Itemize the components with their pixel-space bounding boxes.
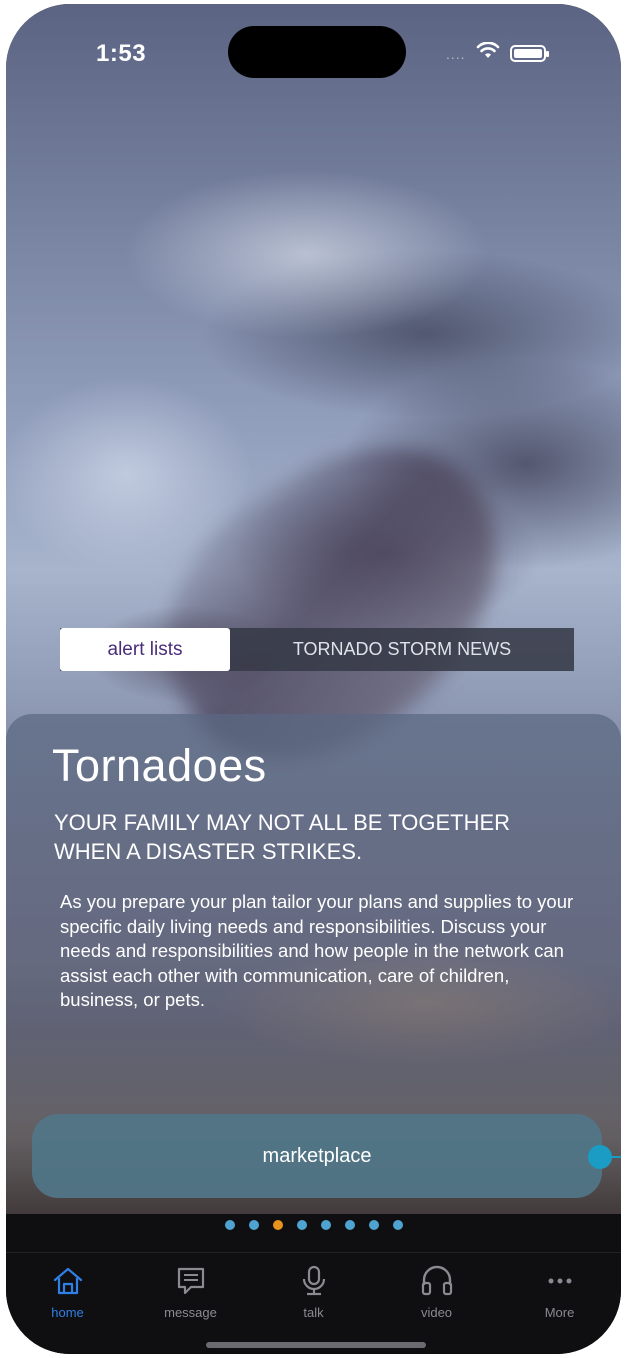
segment-tornado-storm-news[interactable]: TORNADO STORM NEWS	[230, 628, 574, 671]
wifi-icon	[476, 41, 500, 65]
tab-video[interactable]: video	[375, 1253, 498, 1333]
tab-video-label: video	[420, 1305, 453, 1320]
segment-alert-lists[interactable]: alert lists	[60, 628, 230, 671]
home-indicator	[206, 1342, 426, 1348]
tab-more[interactable]: More	[498, 1253, 621, 1333]
card-body: As you prepare your plan tailor your pla…	[60, 891, 574, 1010]
page-dot[interactable]	[320, 1220, 331, 1230]
status-time: 1:53	[96, 40, 147, 67]
page-dot[interactable]	[224, 1220, 235, 1230]
battery-icon	[509, 45, 549, 62]
dynamic-island	[228, 26, 406, 78]
tab-home-label: home	[51, 1305, 84, 1320]
page-indicator	[6, 1220, 621, 1230]
headphones-icon	[417, 1263, 457, 1299]
card-subtitle: YOUR FAMILY MAY NOT ALL BE TOGETHER WHEN…	[54, 810, 511, 864]
more-icon	[540, 1263, 580, 1299]
tab-talk[interactable]: talk	[252, 1253, 375, 1333]
tab-bar: home message talk video More	[6, 1252, 621, 1333]
message-icon	[171, 1263, 211, 1299]
tab-message[interactable]: message	[129, 1253, 252, 1333]
tab-more-label: More	[544, 1305, 575, 1320]
tab-home[interactable]: home	[6, 1253, 129, 1333]
connector-line	[606, 1156, 621, 1158]
tab-talk-label: talk	[303, 1305, 324, 1320]
page-dot[interactable]	[368, 1220, 379, 1230]
page-dot-current[interactable]	[272, 1220, 283, 1230]
page-dot[interactable]	[344, 1220, 355, 1230]
phone-screen: 1:53 .... alert lists TORNADO STORM NEWS…	[6, 4, 621, 1354]
segmented-control: alert lists TORNADO STORM NEWS	[60, 628, 574, 671]
signal-icon: ....	[446, 45, 466, 62]
home-icon	[48, 1263, 88, 1299]
page-dot[interactable]	[392, 1220, 403, 1230]
page-dot[interactable]	[296, 1220, 307, 1230]
status-indicators: ....	[446, 41, 549, 65]
microphone-icon	[294, 1263, 334, 1299]
tab-message-label: message	[164, 1305, 217, 1320]
card-title: Tornadoes	[52, 740, 267, 791]
page-dot[interactable]	[248, 1220, 259, 1230]
marketplace-button[interactable]: marketplace	[32, 1114, 602, 1198]
